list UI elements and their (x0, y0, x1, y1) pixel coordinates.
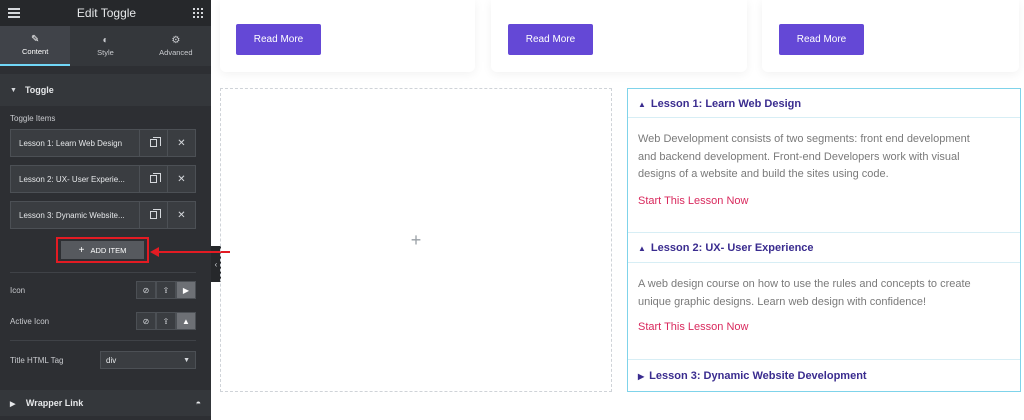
active-icon-choices: ⊘ ⇪ ▲ (136, 312, 196, 330)
icon-choices: ⊘ ⇪ ▶ (136, 281, 196, 299)
toggle-item-title[interactable]: ▲ Lesson 1: Learn Web Design (628, 97, 1020, 111)
upload-icon[interactable]: ⇪ (156, 281, 176, 299)
tab-advanced[interactable]: ⚙ Advanced (140, 26, 211, 66)
tab-content[interactable]: ✎ Content (0, 26, 71, 66)
title-tag-control: Title HTML Tag div ▼ (10, 350, 196, 370)
title-tag-label: Title HTML Tag (10, 355, 64, 365)
active-icon-control: Active Icon ⊘ ⇪ ▲ (10, 311, 196, 331)
title-tag-value: div (106, 355, 117, 365)
toggle-divider (628, 262, 1020, 263)
toggle-item-title[interactable]: ▲ Lesson 2: UX- User Experience (628, 241, 1020, 255)
toggle-items-label: Toggle Items (10, 114, 56, 123)
remove-button[interactable]: ✕ (167, 130, 195, 156)
remove-button[interactable]: ✕ (167, 166, 195, 192)
empty-column[interactable]: + (220, 88, 612, 392)
add-item-highlight: + ADD ITEM (56, 237, 149, 263)
toggle-content-line: Web Development consists of two segments… (638, 133, 970, 145)
copy-icon (150, 173, 161, 183)
icon-control-label: Icon (10, 285, 26, 295)
duplicate-button[interactable] (139, 202, 167, 228)
editor-root: Edit Toggle ✎ Content ◐ Style ⚙ Advanced… (0, 0, 1024, 420)
tab-advanced-label: Advanced (159, 47, 193, 57)
caret-right-icon: ▶ (10, 401, 16, 408)
tab-style[interactable]: ◐ Style (70, 26, 141, 66)
caret-up-icon: ▲ (638, 99, 646, 109)
read-more-button[interactable]: Read More (779, 24, 864, 55)
toggle-content-line: and backend development. Front-end Devel… (638, 150, 960, 163)
pro-badge-icon: ◓ (195, 398, 201, 408)
plus-icon: + (78, 244, 85, 256)
annotation-arrow-head (150, 247, 159, 257)
section-toggle-label: Toggle (24, 85, 54, 95)
toggle-divider (628, 117, 1020, 118)
repeater-item-label: Lesson 3: Dynamic Website... (19, 210, 125, 220)
toggle-content-line: designs of a website and build the sites… (638, 168, 889, 180)
panel-title: Edit Toggle (76, 6, 137, 20)
caret-right-icon[interactable]: ▶ (176, 281, 196, 299)
add-widget-plus-icon[interactable]: + (411, 230, 422, 251)
toggle-item-title[interactable]: ▶ Lesson 3: Dynamic Website Development (628, 369, 1020, 383)
tab-content-label: Content (22, 46, 49, 56)
repeater-item[interactable]: Lesson 1: Learn Web Design ✕ (10, 129, 196, 157)
duplicate-button[interactable] (139, 130, 167, 156)
duplicate-button[interactable] (139, 166, 167, 192)
widgets-grid-icon[interactable] (193, 8, 203, 18)
toggle-widget: ▲ Lesson 1: Learn Web Design Web Develop… (627, 88, 1021, 392)
start-lesson-link[interactable]: Start This Lesson Now (638, 195, 748, 207)
editor-panel: Edit Toggle ✎ Content ◐ Style ⚙ Advanced… (0, 0, 211, 420)
copy-icon (150, 209, 161, 219)
divider (10, 340, 196, 341)
caret-down-icon: ▼ (10, 86, 17, 94)
repeater-item[interactable]: Lesson 2: UX- User Experie... ✕ (10, 165, 196, 193)
divider (10, 272, 196, 273)
active-icon-control-label: Active Icon (10, 316, 50, 326)
icon-control: Icon ⊘ ⇪ ▶ (10, 280, 196, 300)
pencil-icon: ✎ (30, 33, 40, 45)
toggle-item-content: A web design course on how to use the ru… (638, 276, 1008, 311)
toggle-item-title-text: Lesson 3: Dynamic Website Development (649, 370, 867, 382)
upload-icon[interactable]: ⇪ (156, 312, 176, 330)
none-icon[interactable]: ⊘ (136, 312, 156, 330)
caret-up-icon: ▲ (638, 243, 646, 253)
add-item-label: ADD ITEM (90, 245, 127, 255)
section-toggle-header[interactable]: ▼ Toggle (0, 74, 211, 106)
toggle-content-line: A web design course on how to use the ru… (638, 278, 971, 290)
start-lesson-link[interactable]: Start This Lesson Now (638, 321, 748, 333)
close-icon: ✕ (177, 137, 186, 149)
half-circle-icon: ◐ (102, 34, 109, 46)
tab-style-label: Style (97, 47, 114, 57)
remove-button[interactable]: ✕ (167, 202, 195, 228)
toggle-content-line: unique graphic designs. Learn web design… (638, 295, 927, 308)
close-icon: ✕ (177, 209, 186, 221)
title-tag-select[interactable]: div ▼ (100, 351, 196, 369)
caret-right-icon: ▶ (638, 371, 645, 381)
repeater-item-label: Lesson 2: UX- User Experie... (19, 174, 125, 184)
toggle-item-title-text: Lesson 2: UX- User Experience (650, 242, 814, 254)
section-wrapper-link-header[interactable]: ▶ Wrapper Link ◓ (0, 390, 211, 416)
gear-icon: ⚙ (171, 34, 181, 46)
toggle-divider (628, 359, 1020, 360)
panel-header: Edit Toggle (0, 0, 211, 26)
hamburger-menu-icon[interactable] (8, 8, 20, 18)
wrapper-link-label: Wrapper Link (25, 398, 84, 408)
read-more-button[interactable]: Read More (508, 24, 593, 55)
toggle-divider (628, 232, 1020, 233)
panel-tabs: ✎ Content ◐ Style ⚙ Advanced (0, 26, 211, 66)
repeater-item-label: Lesson 1: Learn Web Design (19, 138, 123, 148)
repeater-item[interactable]: Lesson 3: Dynamic Website... ✕ (10, 201, 196, 229)
copy-icon (150, 137, 161, 147)
read-more-button[interactable]: Read More (236, 24, 321, 55)
caret-up-icon[interactable]: ▲ (176, 312, 196, 330)
add-item-button[interactable]: + ADD ITEM (61, 241, 144, 259)
chevron-left-icon: ‹ (214, 259, 218, 269)
toggle-item-title-text: Lesson 1: Learn Web Design (650, 98, 802, 110)
chevron-down-icon: ▼ (183, 356, 190, 364)
none-icon[interactable]: ⊘ (136, 281, 156, 299)
close-icon: ✕ (177, 173, 186, 185)
toggle-item-content: Web Development consists of two segments… (638, 131, 1008, 184)
